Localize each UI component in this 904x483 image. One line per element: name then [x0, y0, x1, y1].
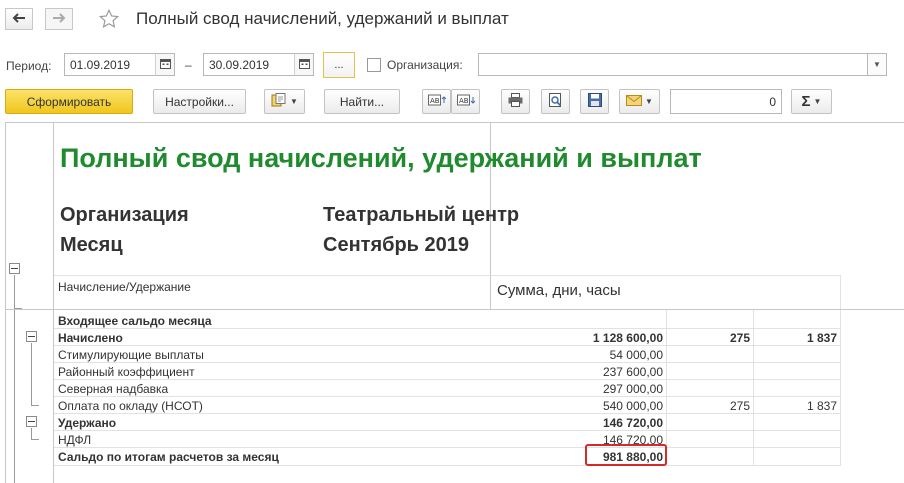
send-email-button[interactable]: ▼	[619, 89, 660, 114]
grid-line	[54, 275, 841, 276]
table-row-label: Районный коэффициент	[58, 365, 195, 379]
print-preview-icon	[548, 92, 563, 111]
gutter-separator	[53, 123, 54, 483]
arrow-left-icon	[12, 12, 26, 26]
tree-line	[31, 405, 39, 406]
organization-field[interactable]	[478, 53, 868, 76]
organization-checkbox[interactable]	[367, 58, 381, 72]
sum-button[interactable]: Σ ▼	[791, 89, 832, 114]
period-label: Период:	[6, 59, 52, 73]
organization-value: Театральный центр	[323, 204, 520, 226]
floppy-disk-icon	[587, 93, 602, 110]
month-value: Сентябрь 2019	[323, 234, 470, 256]
grid-line	[54, 413, 841, 414]
tree-line	[14, 310, 15, 483]
date-from-calendar-button[interactable]	[155, 53, 175, 76]
grid-line	[54, 396, 841, 397]
table-cell-sum: 297 000,00	[602, 382, 663, 396]
collapse-withheld-group-icon[interactable]	[26, 416, 37, 427]
grid-line	[54, 328, 841, 329]
favorite-star-icon[interactable]	[98, 8, 120, 33]
sigma-icon: Σ	[801, 93, 811, 110]
svg-text:AB: AB	[430, 97, 440, 105]
tree-line	[31, 439, 39, 440]
grid-line	[54, 430, 841, 431]
find-previous-icon: AB	[427, 94, 446, 109]
select-period-button[interactable]: ...	[323, 52, 355, 78]
sum-counter-field[interactable]: 0	[670, 89, 782, 114]
table-row-label: Сальдо по итогам расчетов за месяц	[58, 450, 279, 464]
back-button[interactable]	[5, 8, 33, 30]
table-cell-sum: 540 000,00	[602, 399, 663, 413]
find-next-button[interactable]: AB	[451, 89, 480, 114]
svg-text:AB: AB	[459, 97, 469, 105]
tree-line	[31, 428, 32, 439]
total-highlight-box	[585, 444, 667, 466]
table-cell-sum: 54 000,00	[609, 348, 663, 362]
date-to-calendar-button[interactable]	[294, 53, 314, 76]
printer-icon	[508, 93, 523, 110]
grid-line	[840, 275, 841, 309]
chevron-down-icon: ▼	[290, 97, 298, 106]
date-from-field[interactable]: 01.09.2019	[64, 53, 156, 76]
organization-label: Организация:	[387, 58, 463, 72]
tree-line	[14, 275, 15, 308]
save-button[interactable]	[580, 89, 609, 114]
table-cell-days: 275	[729, 399, 750, 413]
chevron-down-icon: ▼	[813, 97, 822, 106]
grid-line	[54, 345, 841, 346]
grid-line	[54, 362, 841, 363]
table-cell-days: 275	[729, 331, 750, 345]
grid-line	[54, 379, 841, 380]
grid-line	[54, 447, 841, 448]
report-variant-icon	[271, 93, 287, 110]
preview-button[interactable]	[541, 89, 570, 114]
table-row-label: Северная надбавка	[58, 382, 169, 396]
report-sheet[interactable]	[5, 122, 904, 483]
arrow-right-icon	[52, 12, 66, 26]
table-cell-hours: 1 837	[806, 399, 837, 413]
collapse-accrued-group-icon[interactable]	[26, 331, 37, 342]
generate-button[interactable]: Сформировать	[5, 89, 133, 114]
grid-line	[54, 465, 841, 466]
find-next-icon: AB	[456, 94, 475, 109]
table-cell-sum: 146 720,00	[602, 416, 663, 430]
table-row-label: Оплата по окладу (НСОТ)	[58, 399, 203, 413]
date-to-field[interactable]: 30.09.2019	[203, 53, 295, 76]
organization-dropdown-button[interactable]: ▼	[867, 53, 887, 76]
table-row-label: Удержано	[58, 416, 117, 430]
table-row-label: Стимулирующие выплаты	[58, 348, 204, 362]
envelope-icon	[626, 94, 643, 109]
table-cell-sum: 237 600,00	[602, 365, 663, 379]
collapse-header-group-icon[interactable]	[9, 263, 20, 274]
forward-button[interactable]	[45, 8, 73, 30]
settings-button[interactable]: Настройки...	[153, 89, 246, 114]
print-button[interactable]	[501, 89, 530, 114]
organization-key: Организация	[60, 204, 189, 226]
table-row-label: НДФЛ	[58, 433, 92, 447]
chevron-down-icon: ▼	[645, 97, 653, 106]
window-title: Полный свод начислений, удержаний и выпл…	[136, 9, 509, 28]
tree-line	[31, 343, 32, 405]
month-key: Месяц	[60, 234, 123, 256]
variants-button[interactable]: ▼	[264, 89, 305, 114]
column-header-amount: Сумма, дни, часы	[497, 282, 621, 299]
find-prev-button[interactable]: AB	[422, 89, 451, 114]
table-cell-sum: 1 128 600,00	[592, 331, 663, 345]
report-title: Полный свод начислений, удержаний и выпл…	[60, 143, 702, 173]
calendar-icon	[159, 58, 171, 72]
frozen-row-separator	[5, 309, 904, 310]
grid-line	[666, 310, 667, 466]
calendar-icon	[298, 58, 310, 72]
column-header-accrual: Начисление/Удержание	[58, 280, 191, 294]
chevron-down-icon: ▼	[873, 60, 881, 69]
table-row-label: Начислено	[58, 331, 123, 345]
tree-line	[14, 308, 22, 309]
table-cell-hours: 1 837	[806, 331, 837, 345]
table-row-label: Входящее сальдо месяца	[58, 314, 212, 328]
grid-line	[840, 310, 841, 466]
grid-line	[753, 310, 754, 466]
find-button[interactable]: Найти...	[324, 89, 400, 114]
period-dash: –	[185, 58, 192, 72]
